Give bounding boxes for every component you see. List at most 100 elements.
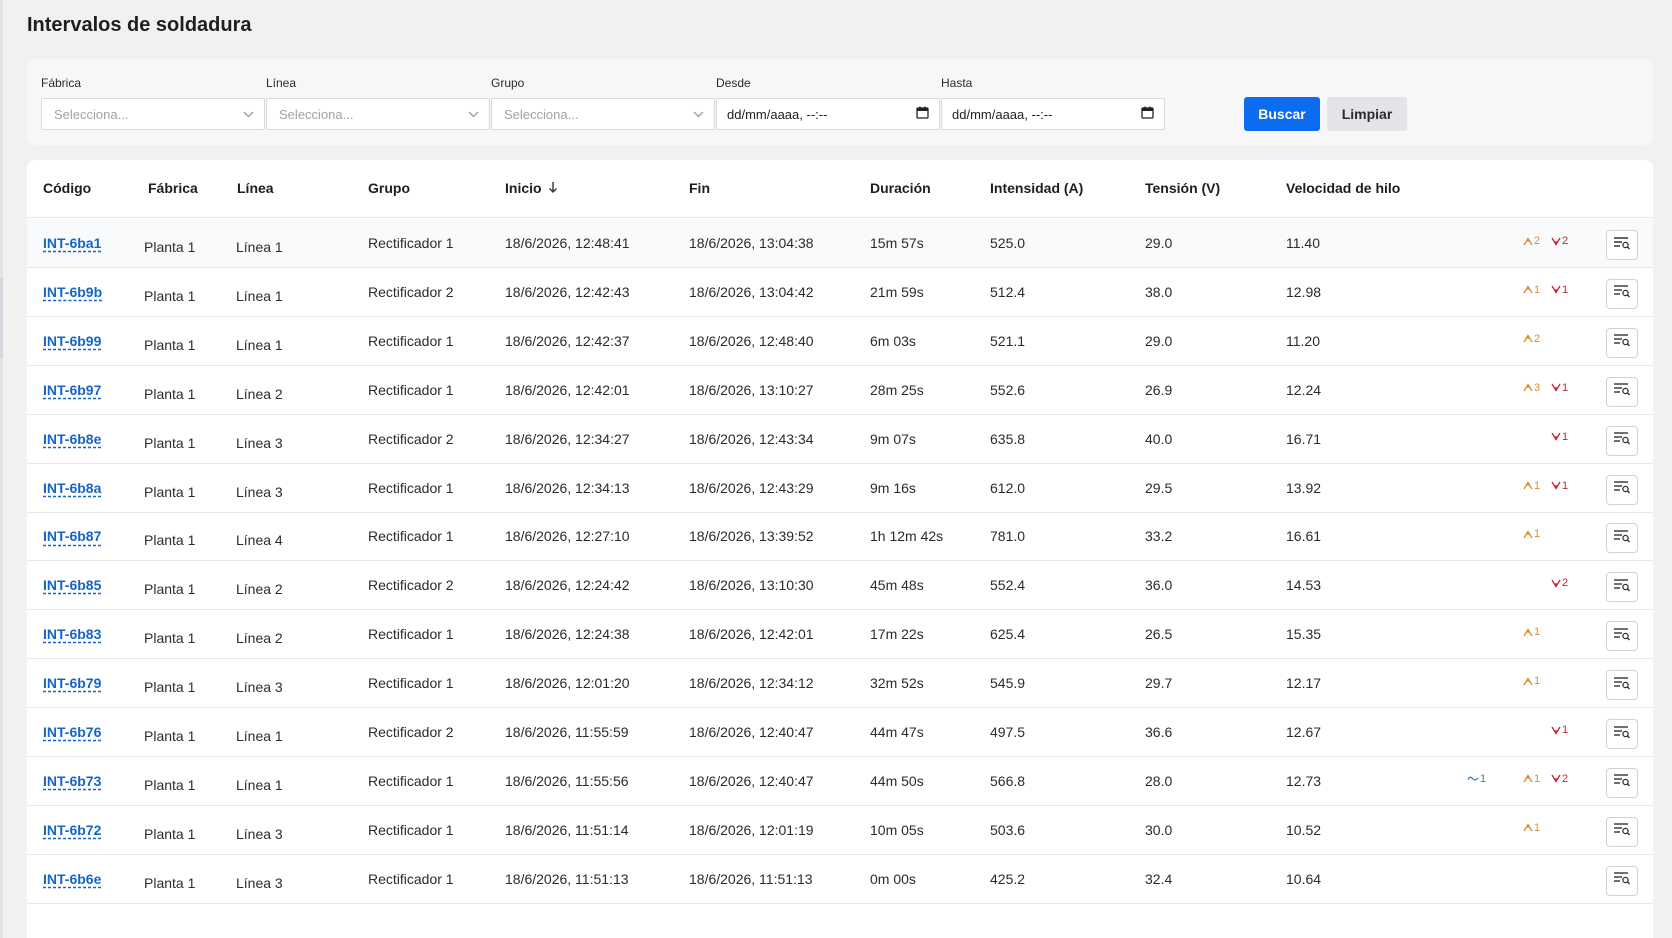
interval-code-link[interactable]: INT-6b9b xyxy=(43,284,102,300)
list-search-icon xyxy=(1613,333,1631,352)
cell-grupo: Rectificador 1 xyxy=(368,381,454,398)
column-header-inicio[interactable]: Inicio xyxy=(505,180,558,196)
view-details-button[interactable] xyxy=(1606,327,1638,358)
cell-inicio: 18/6/2026, 12:24:38 xyxy=(505,626,630,643)
view-details-button[interactable] xyxy=(1606,670,1638,701)
cell-tension: 36.6 xyxy=(1145,724,1173,740)
table-row: INT-6b97 Planta 1 Línea 2 Rectificador 1 18/… xyxy=(27,366,1653,415)
interval-code-link[interactable]: INT-6b87 xyxy=(43,528,101,544)
cell-fabrica: Planta 1 xyxy=(144,483,196,500)
cell-tension: 33.2 xyxy=(1145,528,1173,545)
cell-inicio: 18/6/2026, 11:51:14 xyxy=(505,821,629,838)
column-header-duracion[interactable]: Duración xyxy=(870,180,931,196)
interval-code-link[interactable]: INT-6b8a xyxy=(43,480,101,496)
list-search-icon xyxy=(1613,627,1631,646)
grupo-select[interactable]: Selecciona... xyxy=(491,98,715,130)
view-details-button[interactable] xyxy=(1606,767,1638,798)
cell-tension: 29.0 xyxy=(1145,235,1173,251)
interval-code-link[interactable]: INT-6b8e xyxy=(43,431,101,447)
cell-linea: Línea 3 xyxy=(236,874,283,891)
view-details-button[interactable] xyxy=(1606,376,1638,407)
view-details-button[interactable] xyxy=(1606,621,1638,652)
column-header-fin[interactable]: Fin xyxy=(689,180,710,196)
cell-tension: 38.0 xyxy=(1145,283,1173,300)
peak-up-badge: 3 xyxy=(1523,382,1540,394)
interval-code-link[interactable]: INT-6b85 xyxy=(43,577,101,593)
table-row: INT-6b99 Planta 1 Línea 1 Rectificador 1 18/… xyxy=(27,317,1653,366)
cell-grupo: Rectificador 1 xyxy=(368,821,454,838)
column-header-grupo[interactable]: Grupo xyxy=(368,180,410,196)
interval-code-link[interactable]: INT-6b97 xyxy=(43,382,101,398)
list-search-icon xyxy=(1613,822,1631,841)
linea-select-placeholder: Selecciona... xyxy=(279,106,354,122)
column-header-fabrica[interactable]: Fábrica xyxy=(148,180,198,196)
column-header-intensidad[interactable]: Intensidad (A) xyxy=(990,180,1083,196)
list-search-icon xyxy=(1613,236,1631,255)
hasta-datetime-input[interactable]: dd/mm/aaaa, --:-- xyxy=(941,98,1165,130)
interval-code-link[interactable]: INT-6b79 xyxy=(43,675,101,691)
column-header-velocidad[interactable]: Velocidad de hilo xyxy=(1286,180,1400,196)
cell-tension: 29.7 xyxy=(1145,675,1173,692)
view-details-button[interactable] xyxy=(1606,425,1638,456)
filter-linea-label: Línea xyxy=(266,76,297,90)
cell-fabrica: Planta 1 xyxy=(144,874,196,891)
interval-code-link[interactable]: INT-6b6e xyxy=(43,871,101,887)
column-header-tension[interactable]: Tensión (V) xyxy=(1145,180,1220,196)
column-header-linea-label: Línea xyxy=(237,180,274,196)
peak-up-count: 2 xyxy=(1534,235,1541,247)
peak-down-icon xyxy=(1551,774,1561,784)
table-row: INT-6b73 Planta 1 Línea 1 Rectificador 1 18/… xyxy=(27,757,1653,806)
peak-down-count: 2 xyxy=(1562,772,1569,785)
view-details-button[interactable] xyxy=(1606,230,1638,260)
cell-fabrica: Planta 1 xyxy=(144,385,196,402)
calendar-icon[interactable] xyxy=(1141,106,1154,122)
table-row: INT-6b85 Planta 1 Línea 2 Rectificador 2 18/… xyxy=(27,561,1653,611)
list-search-icon xyxy=(1613,871,1631,890)
peak-up-badge: 1 xyxy=(1523,480,1540,492)
column-header-codigo[interactable]: Código xyxy=(43,180,91,196)
interval-code-link[interactable]: INT-6ba1 xyxy=(43,235,101,251)
cell-intensidad: 503.6 xyxy=(990,821,1026,838)
cell-tension: 26.5 xyxy=(1145,626,1173,643)
desde-value: dd/mm/aaaa, --:-- xyxy=(727,106,828,122)
table-row: INT-6b6e Planta 1 Línea 3 Rectificador 1 18/… xyxy=(27,855,1653,904)
list-search-icon xyxy=(1613,725,1631,744)
view-details-button[interactable] xyxy=(1606,572,1638,603)
view-details-button[interactable] xyxy=(1606,865,1638,896)
interval-code-link[interactable]: INT-6b76 xyxy=(43,724,101,740)
peak-up-count: 1 xyxy=(1534,821,1541,834)
cell-velocidad: 12.73 xyxy=(1286,772,1322,789)
view-details-button[interactable] xyxy=(1606,474,1638,505)
column-header-linea[interactable]: Línea xyxy=(237,180,274,196)
peak-up-icon xyxy=(1523,774,1533,783)
cell-velocidad: 12.67 xyxy=(1286,724,1322,740)
view-details-button[interactable] xyxy=(1606,523,1638,554)
interval-code-link[interactable]: INT-6b83 xyxy=(43,626,101,642)
interval-code-link[interactable]: INT-6b72 xyxy=(43,822,101,838)
calendar-icon[interactable] xyxy=(916,106,929,122)
peak-down-icon xyxy=(1551,432,1561,441)
peak-up-count: 2 xyxy=(1534,332,1541,345)
peak-up-icon xyxy=(1523,823,1533,832)
chevron-down-icon xyxy=(242,108,254,120)
search-button[interactable]: Buscar xyxy=(1244,97,1320,131)
peak-up-count: 1 xyxy=(1534,283,1541,296)
cell-velocidad: 12.24 xyxy=(1286,381,1322,398)
clear-button[interactable]: Limpiar xyxy=(1327,97,1407,131)
desde-datetime-input[interactable]: dd/mm/aaaa, --:-- xyxy=(716,98,940,130)
column-header-grupo-label: Grupo xyxy=(368,180,410,196)
cell-linea: Línea 1 xyxy=(236,239,283,255)
interval-code-link[interactable]: INT-6b73 xyxy=(43,773,101,789)
linea-select[interactable]: Selecciona... xyxy=(266,98,490,130)
view-details-button[interactable] xyxy=(1606,719,1638,749)
fabrica-select[interactable]: Selecciona... xyxy=(41,98,265,130)
cell-linea: Línea 1 xyxy=(236,336,283,353)
cell-linea: Línea 1 xyxy=(236,287,283,304)
peak-up-icon xyxy=(1523,334,1533,343)
interval-code-link[interactable]: INT-6b99 xyxy=(43,333,101,349)
cell-velocidad: 11.20 xyxy=(1286,332,1320,349)
view-details-button[interactable] xyxy=(1606,278,1638,309)
cell-intensidad: 497.5 xyxy=(990,724,1026,740)
cell-duracion: 28m 25s xyxy=(870,381,924,398)
view-details-button[interactable] xyxy=(1606,816,1638,847)
